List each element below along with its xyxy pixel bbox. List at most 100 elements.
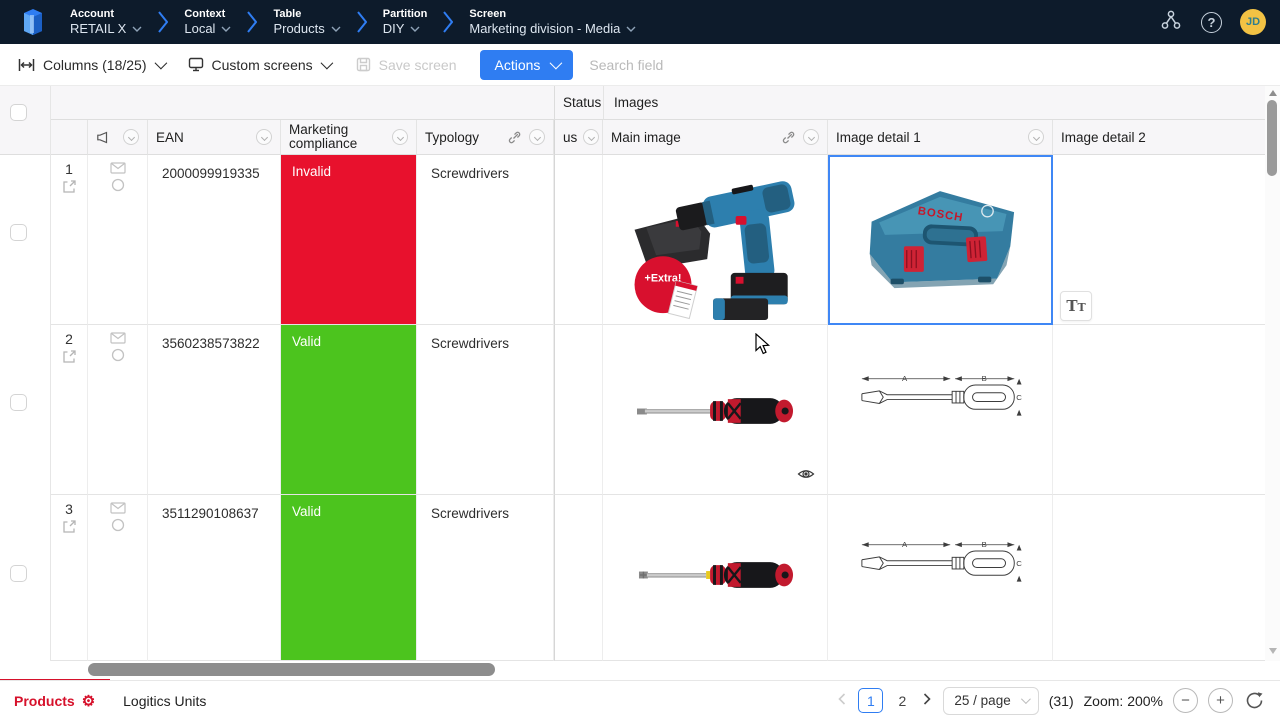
gear-icon[interactable]: ⚙ xyxy=(82,692,95,710)
column-header-compliance[interactable]: Marketing compliance xyxy=(281,120,417,155)
grid-toolbar: Columns (18/25) Custom screens Save scre… xyxy=(0,44,1280,86)
scroll-down-icon[interactable] xyxy=(1269,648,1277,654)
zoom-in-button[interactable]: + xyxy=(1208,688,1233,713)
row1-ean-cell[interactable]: 2000099919335 xyxy=(148,155,281,325)
column-menu-icon[interactable] xyxy=(529,129,545,145)
column-menu-icon[interactable] xyxy=(123,129,139,145)
actions-button[interactable]: Actions xyxy=(480,50,573,80)
row-number: 2 xyxy=(51,325,87,347)
columns-selector[interactable]: Columns (18/25) xyxy=(18,57,164,73)
vertical-scrollbar-thumb[interactable] xyxy=(1267,100,1277,176)
logo-cube-icon[interactable] xyxy=(14,5,52,39)
typology-value: Screwdrivers xyxy=(417,325,553,362)
prev-page-icon[interactable] xyxy=(836,692,848,709)
avatar[interactable]: JD xyxy=(1240,9,1266,35)
row2-ean-cell[interactable]: 3560238573822 xyxy=(148,325,281,495)
actions-label: Actions xyxy=(494,57,540,73)
column-header-ean[interactable]: EAN xyxy=(148,120,281,155)
column-header-typology-label: Typology xyxy=(425,131,479,144)
open-record-icon[interactable] xyxy=(62,180,76,194)
search-input[interactable] xyxy=(589,57,749,73)
dim-c-label: C xyxy=(1016,559,1022,568)
tab-logitics-units[interactable]: Logitics Units xyxy=(123,693,206,709)
page-size-select[interactable]: 25 / page xyxy=(943,687,1038,715)
ean-value: 2000099919335 xyxy=(148,155,280,192)
breadcrumb-context[interactable]: Context Local xyxy=(184,8,231,37)
dim-b-label: B xyxy=(982,374,987,383)
row1-detail1-cell-selected[interactable]: BOSCH xyxy=(828,155,1053,325)
envelope-icon[interactable] xyxy=(110,162,126,174)
breadcrumb-partition[interactable]: Partition DIY xyxy=(383,8,428,37)
column-menu-icon[interactable] xyxy=(392,129,408,145)
row-checkbox[interactable] xyxy=(10,565,27,582)
row2-detail2-cell[interactable] xyxy=(1053,325,1265,495)
column-header-detail1[interactable]: Image detail 1 xyxy=(828,120,1053,155)
row-checkbox[interactable] xyxy=(10,224,27,241)
row-checkbox[interactable] xyxy=(10,394,27,411)
next-page-icon[interactable] xyxy=(921,692,933,709)
column-header-main-image[interactable]: Main image xyxy=(603,120,828,155)
group-header-images-label: Images xyxy=(614,95,658,110)
row3-number-cell: 3 xyxy=(51,495,88,661)
circle-status-icon[interactable] xyxy=(111,348,125,362)
row1-main-image-cell[interactable]: +Extra! xyxy=(603,155,828,325)
page-size-value: 25 / page xyxy=(954,693,1010,708)
page-2-button[interactable]: 2 xyxy=(893,693,911,709)
bottom-bar: Products ⚙ Logitics Units 1 2 25 / page … xyxy=(0,680,1280,720)
column-header-detail2[interactable]: Image detail 2 xyxy=(1053,120,1265,155)
envelope-icon[interactable] xyxy=(110,502,126,514)
row3-detail1-cell[interactable]: A B C xyxy=(828,495,1053,661)
breadcrumb-context-value: Local xyxy=(184,21,215,37)
hierarchy-icon[interactable] xyxy=(1159,8,1183,37)
zoom-out-button[interactable]: − xyxy=(1173,688,1198,713)
row3-main-image-cell[interactable] xyxy=(603,495,828,661)
row3-typology-cell[interactable]: Screwdrivers xyxy=(417,495,554,661)
breadcrumb-account[interactable]: Account RETAIL X xyxy=(70,8,142,37)
row3-compliance-cell[interactable]: Valid xyxy=(281,495,417,661)
breadcrumb-table-label: Table xyxy=(273,8,340,21)
compliance-value: Valid xyxy=(281,495,416,528)
breadcrumb-screen[interactable]: Screen Marketing division - Media xyxy=(469,8,636,37)
row3-ean-cell[interactable]: 3511290108637 xyxy=(148,495,281,661)
breadcrumb-table[interactable]: Table Products xyxy=(273,8,340,37)
horizontal-scrollbar-thumb[interactable] xyxy=(88,663,495,676)
breadcrumb-partition-value: DIY xyxy=(383,21,405,37)
column-menu-icon[interactable] xyxy=(1028,129,1044,145)
row1-compliance-cell[interactable]: Invalid xyxy=(281,155,417,325)
breadcrumb-account-label: Account xyxy=(70,8,142,21)
column-header-status[interactable]: us xyxy=(554,120,603,155)
open-record-icon[interactable] xyxy=(62,520,76,534)
column-menu-icon[interactable] xyxy=(803,129,819,145)
text-format-button[interactable]: Tt xyxy=(1060,291,1092,321)
page-1-button[interactable]: 1 xyxy=(858,688,883,713)
breadcrumb-context-label: Context xyxy=(184,8,231,21)
help-icon[interactable]: ? xyxy=(1201,12,1222,33)
row2-compliance-cell[interactable]: Valid xyxy=(281,325,417,495)
row3-status-cell[interactable] xyxy=(554,495,603,661)
column-header-status-label: us xyxy=(563,131,577,144)
row3-detail2-cell[interactable] xyxy=(1053,495,1265,661)
column-header-typology[interactable]: Typology xyxy=(417,120,554,155)
column-menu-icon[interactable] xyxy=(583,129,599,145)
tab-products[interactable]: Products ⚙ xyxy=(14,692,95,710)
refresh-button[interactable] xyxy=(1243,689,1266,712)
row1-typology-cell[interactable]: Screwdrivers xyxy=(417,155,554,325)
column-header-notifications[interactable] xyxy=(88,120,148,155)
row2-typology-cell[interactable]: Screwdrivers xyxy=(417,325,554,495)
select-all-checkbox[interactable] xyxy=(10,104,27,121)
header-gutter xyxy=(0,86,51,155)
row2-main-image-cell[interactable] xyxy=(603,325,828,495)
save-screen-button[interactable]: Save screen xyxy=(356,57,457,73)
circle-status-icon[interactable] xyxy=(111,178,125,192)
group-header-images: Images xyxy=(603,86,1265,120)
open-record-icon[interactable] xyxy=(62,350,76,364)
scroll-up-icon[interactable] xyxy=(1269,90,1277,96)
eye-icon[interactable] xyxy=(797,467,815,486)
column-menu-icon[interactable] xyxy=(256,129,272,145)
circle-status-icon[interactable] xyxy=(111,518,125,532)
envelope-icon[interactable] xyxy=(110,332,126,344)
custom-screens-selector[interactable]: Custom screens xyxy=(188,57,330,73)
row2-detail1-cell[interactable]: A B C xyxy=(828,325,1053,495)
row2-status-cell[interactable] xyxy=(554,325,603,495)
row1-status-cell[interactable] xyxy=(554,155,603,325)
